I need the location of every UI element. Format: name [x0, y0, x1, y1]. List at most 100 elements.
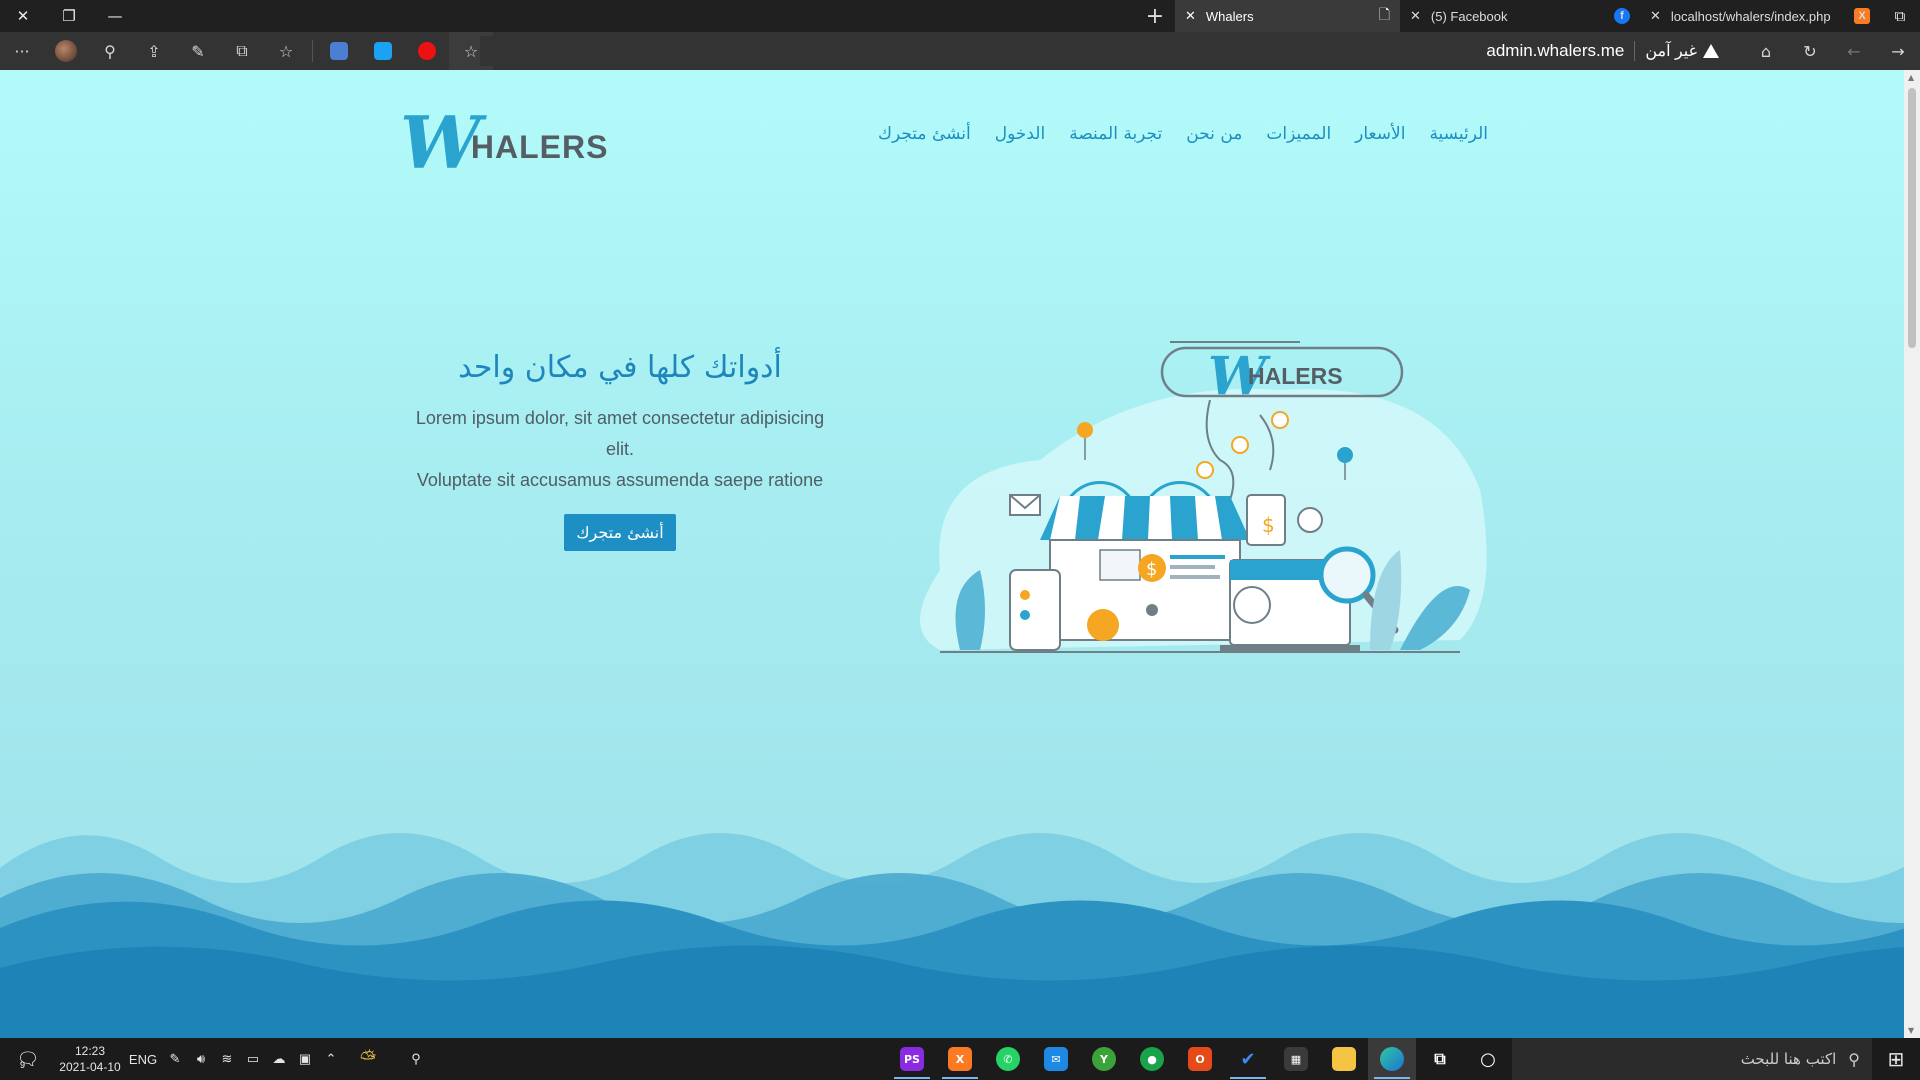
logo-text: HALERS [470, 129, 609, 165]
warning-icon [1703, 44, 1719, 58]
wifi-icon[interactable]: ≋ [214, 1038, 240, 1080]
app-icon: Y [1092, 1047, 1116, 1071]
tab-facebook[interactable]: ✕ (5) Facebook f [1400, 0, 1640, 32]
todo-app[interactable]: ✔ [1224, 1038, 1272, 1080]
clock-date: 2021-04-10 [59, 1060, 121, 1074]
show-hidden-icons[interactable]: ⌃ [318, 1038, 344, 1080]
page-scrollbar[interactable]: ▲ ▼ [1904, 70, 1920, 1038]
logo-letter: W [400, 100, 481, 185]
address-url[interactable]: admin.whalers.me [1486, 41, 1624, 61]
language-indicator[interactable]: ENG [124, 1038, 162, 1080]
favorites-icon[interactable]: ☆ [264, 32, 308, 70]
circle-app[interactable]: ● [1128, 1038, 1176, 1080]
start-button[interactable]: ⊞ [1872, 1038, 1920, 1080]
restore-window-button[interactable]: ❐ [46, 0, 92, 32]
collections-icon[interactable]: ⧉ [220, 32, 264, 70]
file-explorer-app[interactable] [1320, 1038, 1368, 1080]
create-store-button[interactable]: أنشئ متجرك [564, 514, 676, 551]
address-bar[interactable]: admin.whalers.me غير آمن [480, 36, 1727, 66]
store-app[interactable]: ▦ [1272, 1038, 1320, 1080]
cart-icon [1233, 586, 1271, 624]
grammar-extension-icon[interactable] [361, 32, 405, 70]
money-bag-icon [1087, 609, 1119, 641]
check-icon: ✔ [1236, 1047, 1260, 1071]
phpstorm-app[interactable]: PS [888, 1038, 936, 1080]
new-tab-button[interactable]: + [1135, 0, 1175, 32]
mail-app[interactable]: ✉ [1032, 1038, 1080, 1080]
profile-button[interactable] [44, 32, 88, 70]
nav-pricing[interactable]: الأسعار [1355, 124, 1405, 144]
green-app[interactable]: Y [1080, 1038, 1128, 1080]
browser-title-bar: ✕ ❐ — + ✕ Whalers 🗋 ✕ (5) Facebook f ✕ l… [0, 0, 1920, 32]
close-tab-icon[interactable]: ✕ [1650, 8, 1661, 24]
scrollbar-thumb[interactable] [1908, 88, 1916, 348]
translate-extension-icon[interactable] [317, 32, 361, 70]
hero-title: أدواتك كلها في مكان واحد [458, 350, 782, 385]
sign-text: HALERS [1248, 363, 1343, 389]
tab-whalers[interactable]: ✕ Whalers 🗋 [1175, 0, 1400, 32]
phone [1009, 569, 1061, 651]
tab-actions-icon[interactable]: ⧉ [1880, 0, 1920, 32]
folder-icon [1332, 1047, 1356, 1071]
notification-count: 9 [20, 1060, 26, 1070]
close-tab-icon[interactable]: ✕ [1185, 8, 1196, 24]
mail-icon: ✉ [1044, 1047, 1068, 1071]
scroll-up-icon[interactable]: ▲ [1908, 73, 1914, 82]
nav-features[interactable]: المميزات [1266, 124, 1331, 144]
windows-taskbar: 🗨 9 12:23 2021-04-10 ENG ✎ 🔊︎ ≋ ▭ ☁ ▣ ⌃ … [0, 1038, 1920, 1080]
whatsapp-app[interactable]: ✆ [984, 1038, 1032, 1080]
back-icon[interactable]: → [1876, 32, 1920, 70]
xampp-icon: X [948, 1047, 972, 1071]
balloon-blue [1337, 447, 1353, 463]
meet-now-icon[interactable]: ▣ [292, 1038, 318, 1080]
onedrive-icon[interactable]: ☁ [266, 1038, 292, 1080]
home-icon[interactable]: ⌂ [1744, 32, 1788, 70]
tab-localhost[interactable]: ✕ localhost/whalers/index.php X [1640, 0, 1880, 32]
task-view-button[interactable]: ⧉ [1416, 1038, 1464, 1080]
share-icon[interactable]: ⇪ [132, 32, 176, 70]
whatsapp-icon: ✆ [996, 1047, 1020, 1071]
scroll-down-icon[interactable]: ▼ [1908, 1026, 1914, 1035]
hero-line-2: Voluptate sit accusamus assumenda saepe … [416, 470, 824, 490]
facebook-icon: f [1614, 8, 1630, 24]
battery-icon[interactable]: ▭ [240, 1038, 266, 1080]
nav-home[interactable]: الرئيسية [1429, 124, 1488, 144]
web-capture-icon[interactable]: ✎ [176, 32, 220, 70]
nav-login[interactable]: الدخول [995, 124, 1045, 144]
hero-section: أدواتك كلها في مكان واحد Lorem ipsum dol… [400, 350, 840, 551]
phpstorm-icon: PS [900, 1047, 924, 1071]
more-icon[interactable]: ··· [0, 32, 44, 70]
close-window-button[interactable]: ✕ [0, 0, 46, 32]
security-indicator[interactable]: غير آمن [1645, 41, 1719, 61]
svg-text:$: $ [1262, 513, 1275, 537]
pen-icon[interactable]: ✎ [162, 1038, 188, 1080]
extensions-icon[interactable]: ⚲ [88, 32, 132, 70]
office-app[interactable]: O [1176, 1038, 1224, 1080]
security-label: غير آمن [1645, 43, 1697, 60]
cortana-button[interactable]: ○ [1464, 1038, 1512, 1080]
volume-icon[interactable]: 🔊︎ [188, 1038, 214, 1080]
main-nav: الرئيسية الأسعار المميزات من نحن تجربة ا… [878, 124, 1488, 144]
edge-app[interactable] [1368, 1038, 1416, 1080]
taskbar-search[interactable]: اكتب هنا للبحث ⚲ [1512, 1038, 1872, 1080]
xampp-icon: X [1854, 8, 1870, 24]
nav-demo[interactable]: تجربة المنصة [1069, 124, 1162, 144]
minimize-window-button[interactable]: — [92, 0, 138, 32]
clock[interactable]: 12:23 2021-04-10 [56, 1038, 124, 1080]
cortana-icon: ○ [1480, 1048, 1496, 1070]
clock-time: 12:23 [74, 1044, 106, 1058]
weather-icon[interactable]: ⛅︎ [344, 1038, 392, 1080]
refresh-icon[interactable]: ↻ [1788, 32, 1832, 70]
notifications-button[interactable]: 🗨 9 [0, 1038, 56, 1080]
nav-about[interactable]: من نحن [1186, 124, 1242, 144]
record-extension-icon[interactable] [405, 32, 449, 70]
people-icon[interactable]: ⚲ [392, 1038, 440, 1080]
app-icon: ● [1140, 1047, 1164, 1071]
xampp-app[interactable]: X [936, 1038, 984, 1080]
windows-icon: ⊞ [1887, 1048, 1905, 1071]
nav-create-store[interactable]: أنشئ متجرك [878, 124, 971, 144]
edge-icon [1380, 1047, 1404, 1071]
close-tab-icon[interactable]: ✕ [1410, 8, 1421, 24]
forward-icon[interactable]: ← [1832, 32, 1876, 70]
site-logo[interactable]: W HALERS [400, 100, 609, 185]
